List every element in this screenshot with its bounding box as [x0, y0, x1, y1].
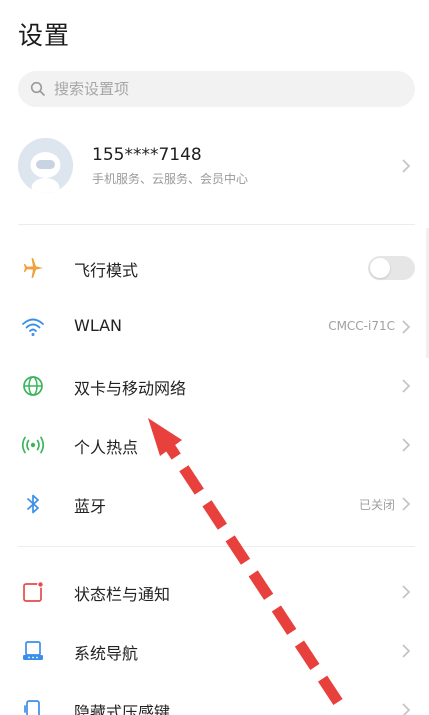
globe-icon — [20, 374, 46, 398]
chevron-right-icon — [402, 585, 411, 599]
search-icon — [26, 71, 54, 107]
setting-label: 隐藏式压感键 — [74, 703, 171, 715]
toggle-knob — [370, 258, 390, 278]
setting-pressure-key[interactable]: 隐藏式压感键 — [0, 681, 429, 715]
setting-hotspot[interactable]: 个人热点 — [0, 416, 429, 474]
setting-dual-sim[interactable]: 双卡与移动网络 — [0, 357, 429, 415]
status-bar-icon — [20, 580, 46, 604]
bluetooth-icon — [20, 492, 46, 516]
account-subtitle: 手机服务、云服务、会员中心 — [92, 172, 249, 186]
setting-label: 飞行模式 — [74, 261, 139, 280]
divider — [18, 546, 415, 547]
setting-status-bar[interactable]: 状态栏与通知 — [0, 563, 429, 621]
setting-airplane-mode[interactable]: 飞行模式 — [0, 239, 429, 297]
pressure-key-icon — [20, 698, 46, 715]
setting-label: WLAN — [74, 316, 123, 335]
chevron-right-icon — [402, 438, 411, 452]
search-input[interactable] — [54, 80, 374, 98]
search-bar[interactable] — [18, 71, 415, 107]
setting-label: 蓝牙 — [74, 497, 107, 516]
setting-bluetooth[interactable]: 蓝牙 已关闭 — [0, 475, 429, 533]
account-entry[interactable]: 155****7148 手机服务、云服务、会员中心 — [0, 128, 429, 208]
setting-wlan[interactable]: WLAN CMCC-i71C — [0, 298, 429, 356]
setting-navigation[interactable]: 系统导航 — [0, 622, 429, 680]
airplane-icon — [20, 256, 46, 280]
chevron-right-icon — [402, 703, 411, 715]
bluetooth-status: 已关闭 — [358, 498, 395, 512]
page-title: 设置 — [18, 21, 71, 50]
chevron-right-icon — [402, 159, 411, 173]
wlan-network-name: CMCC-i71C — [328, 319, 395, 333]
divider — [18, 224, 415, 225]
chevron-right-icon — [402, 644, 411, 658]
airplane-mode-toggle[interactable] — [368, 256, 415, 280]
hotspot-icon — [20, 433, 46, 457]
account-name: 155****7148 — [92, 145, 202, 165]
settings-page: 设置 155****7148 手机服务、云服务、会员中心 — [0, 0, 429, 715]
chevron-right-icon — [402, 320, 411, 334]
chevron-right-icon — [402, 379, 411, 393]
avatar — [18, 138, 73, 193]
chevron-right-icon — [402, 497, 411, 511]
setting-label: 系统导航 — [74, 644, 139, 663]
navigation-icon — [20, 639, 46, 663]
wifi-icon — [20, 315, 46, 339]
setting-label: 状态栏与通知 — [74, 585, 171, 604]
setting-label: 个人热点 — [74, 438, 139, 457]
setting-label: 双卡与移动网络 — [74, 379, 187, 398]
